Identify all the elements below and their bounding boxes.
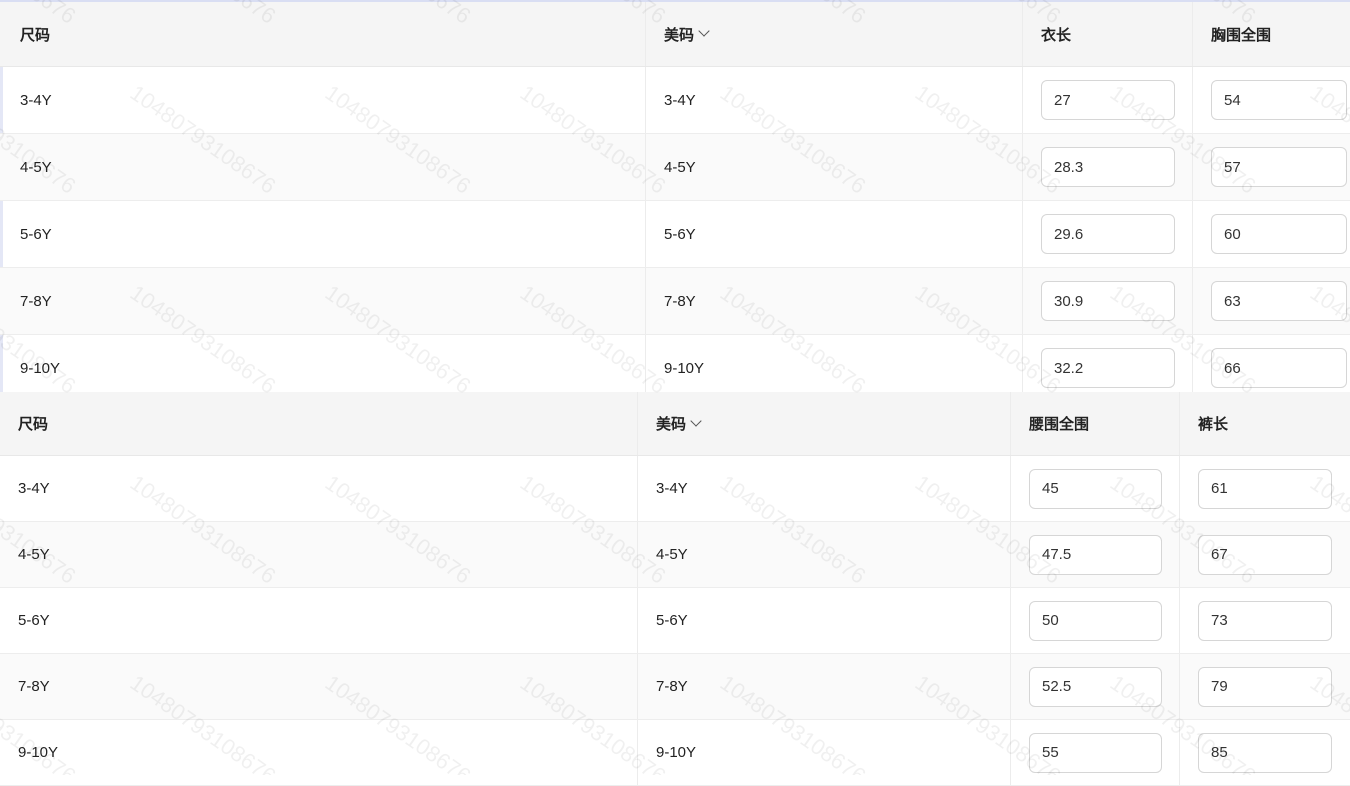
- header-size: 尺码: [0, 2, 646, 66]
- header-pants-length: 裤长: [1198, 416, 1229, 433]
- chest-cell: [1193, 268, 1350, 334]
- us-size-cell: 3-4Y: [646, 67, 1023, 133]
- chest-input[interactable]: [1211, 281, 1347, 321]
- length-input[interactable]: [1041, 348, 1175, 388]
- waist-input[interactable]: [1029, 600, 1162, 641]
- chest-cell: [1193, 67, 1350, 133]
- header-us-size[interactable]: 美码: [646, 2, 1023, 66]
- chest-input[interactable]: [1211, 80, 1347, 120]
- waist-cell: [1011, 456, 1180, 521]
- waist-cell: [1011, 588, 1180, 653]
- size-cell: 9-10Y: [0, 720, 638, 785]
- table-row: 5-6Y 5-6Y: [0, 588, 1350, 654]
- waist-input[interactable]: [1029, 468, 1162, 509]
- us-size-cell: 7-8Y: [646, 268, 1023, 334]
- size-cell: 5-6Y: [0, 588, 638, 653]
- length-input[interactable]: [1041, 214, 1175, 254]
- length-cell: [1023, 201, 1193, 267]
- header-us-size-label: 美码: [656, 416, 687, 433]
- waist-cell: [1011, 654, 1180, 719]
- size-cell: 7-8Y: [0, 654, 638, 719]
- header-us-size[interactable]: 美码: [638, 392, 1011, 455]
- header-waist: 腰围全围: [1011, 392, 1180, 455]
- header-length: 衣长: [1023, 2, 1193, 66]
- length-input[interactable]: [1041, 281, 1175, 321]
- chest-input[interactable]: [1211, 348, 1347, 388]
- length-input[interactable]: [1041, 80, 1175, 120]
- waist-input[interactable]: [1029, 534, 1162, 575]
- length-input[interactable]: [1041, 147, 1175, 187]
- length-cell: [1023, 67, 1193, 133]
- table-row: 3-4Y 3-4Y: [0, 67, 1350, 134]
- table-row: 7-8Y 7-8Y: [0, 654, 1350, 720]
- chest-input[interactable]: [1211, 214, 1347, 254]
- length-cell: [1023, 134, 1193, 200]
- chest-cell: [1193, 201, 1350, 267]
- pants-length-cell: [1180, 654, 1350, 719]
- size-cell: 5-6Y: [0, 201, 646, 267]
- chevron-down-icon[interactable]: [698, 25, 710, 37]
- size-cell: 7-8Y: [0, 268, 646, 334]
- pants-length-cell: [1180, 522, 1350, 587]
- pants-length-input[interactable]: [1198, 600, 1332, 641]
- pants-length-input[interactable]: [1198, 732, 1332, 773]
- pants-length-cell: [1180, 720, 1350, 785]
- size-cell: 3-4Y: [0, 456, 638, 521]
- chest-input[interactable]: [1211, 147, 1347, 187]
- table-header-row: 尺码 美码 衣长 胸围全围: [0, 2, 1350, 67]
- waist-input[interactable]: [1029, 732, 1162, 773]
- us-size-cell: 5-6Y: [646, 201, 1023, 267]
- header-us-size-label: 美码: [664, 26, 695, 44]
- size-table-top: 尺码 美码 衣长 胸围全围 3-4Y 3-4Y 4-5Y 4-5Y 5-6Y 5…: [0, 0, 1350, 402]
- size-cell: 4-5Y: [0, 134, 646, 200]
- pants-length-cell: [1180, 456, 1350, 521]
- size-cell: 4-5Y: [0, 522, 638, 587]
- table-row: 7-8Y 7-8Y: [0, 268, 1350, 335]
- us-size-cell: 4-5Y: [646, 134, 1023, 200]
- pants-length-input[interactable]: [1198, 666, 1332, 707]
- size-table-bottom: 尺码 美码 腰围全围 裤长 3-4Y 3-4Y 4-5Y 4-5Y 5-6Y 5…: [0, 392, 1350, 786]
- table-header-row: 尺码 美码 腰围全围 裤长: [0, 392, 1350, 456]
- us-size-cell: 7-8Y: [638, 654, 1011, 719]
- us-size-cell: 3-4Y: [638, 456, 1011, 521]
- pants-length-cell: [1180, 588, 1350, 653]
- waist-cell: [1011, 720, 1180, 785]
- pants-length-input[interactable]: [1198, 468, 1332, 509]
- waist-cell: [1011, 522, 1180, 587]
- chest-cell: [1193, 134, 1350, 200]
- us-size-cell: 4-5Y: [638, 522, 1011, 587]
- table-row: 3-4Y 3-4Y: [0, 456, 1350, 522]
- header-size: 尺码: [0, 392, 638, 455]
- table-row: 5-6Y 5-6Y: [0, 201, 1350, 268]
- table-row: 4-5Y 4-5Y: [0, 522, 1350, 588]
- length-cell: [1023, 268, 1193, 334]
- us-size-cell: 5-6Y: [638, 588, 1011, 653]
- size-cell: 3-4Y: [0, 67, 646, 133]
- pants-length-input[interactable]: [1198, 534, 1332, 575]
- chevron-down-icon[interactable]: [690, 414, 702, 427]
- table-row: 9-10Y 9-10Y: [0, 720, 1350, 786]
- header-chest: 胸围全围: [1211, 26, 1272, 44]
- waist-input[interactable]: [1029, 666, 1162, 707]
- us-size-cell: 9-10Y: [638, 720, 1011, 785]
- table-row: 4-5Y 4-5Y: [0, 134, 1350, 201]
